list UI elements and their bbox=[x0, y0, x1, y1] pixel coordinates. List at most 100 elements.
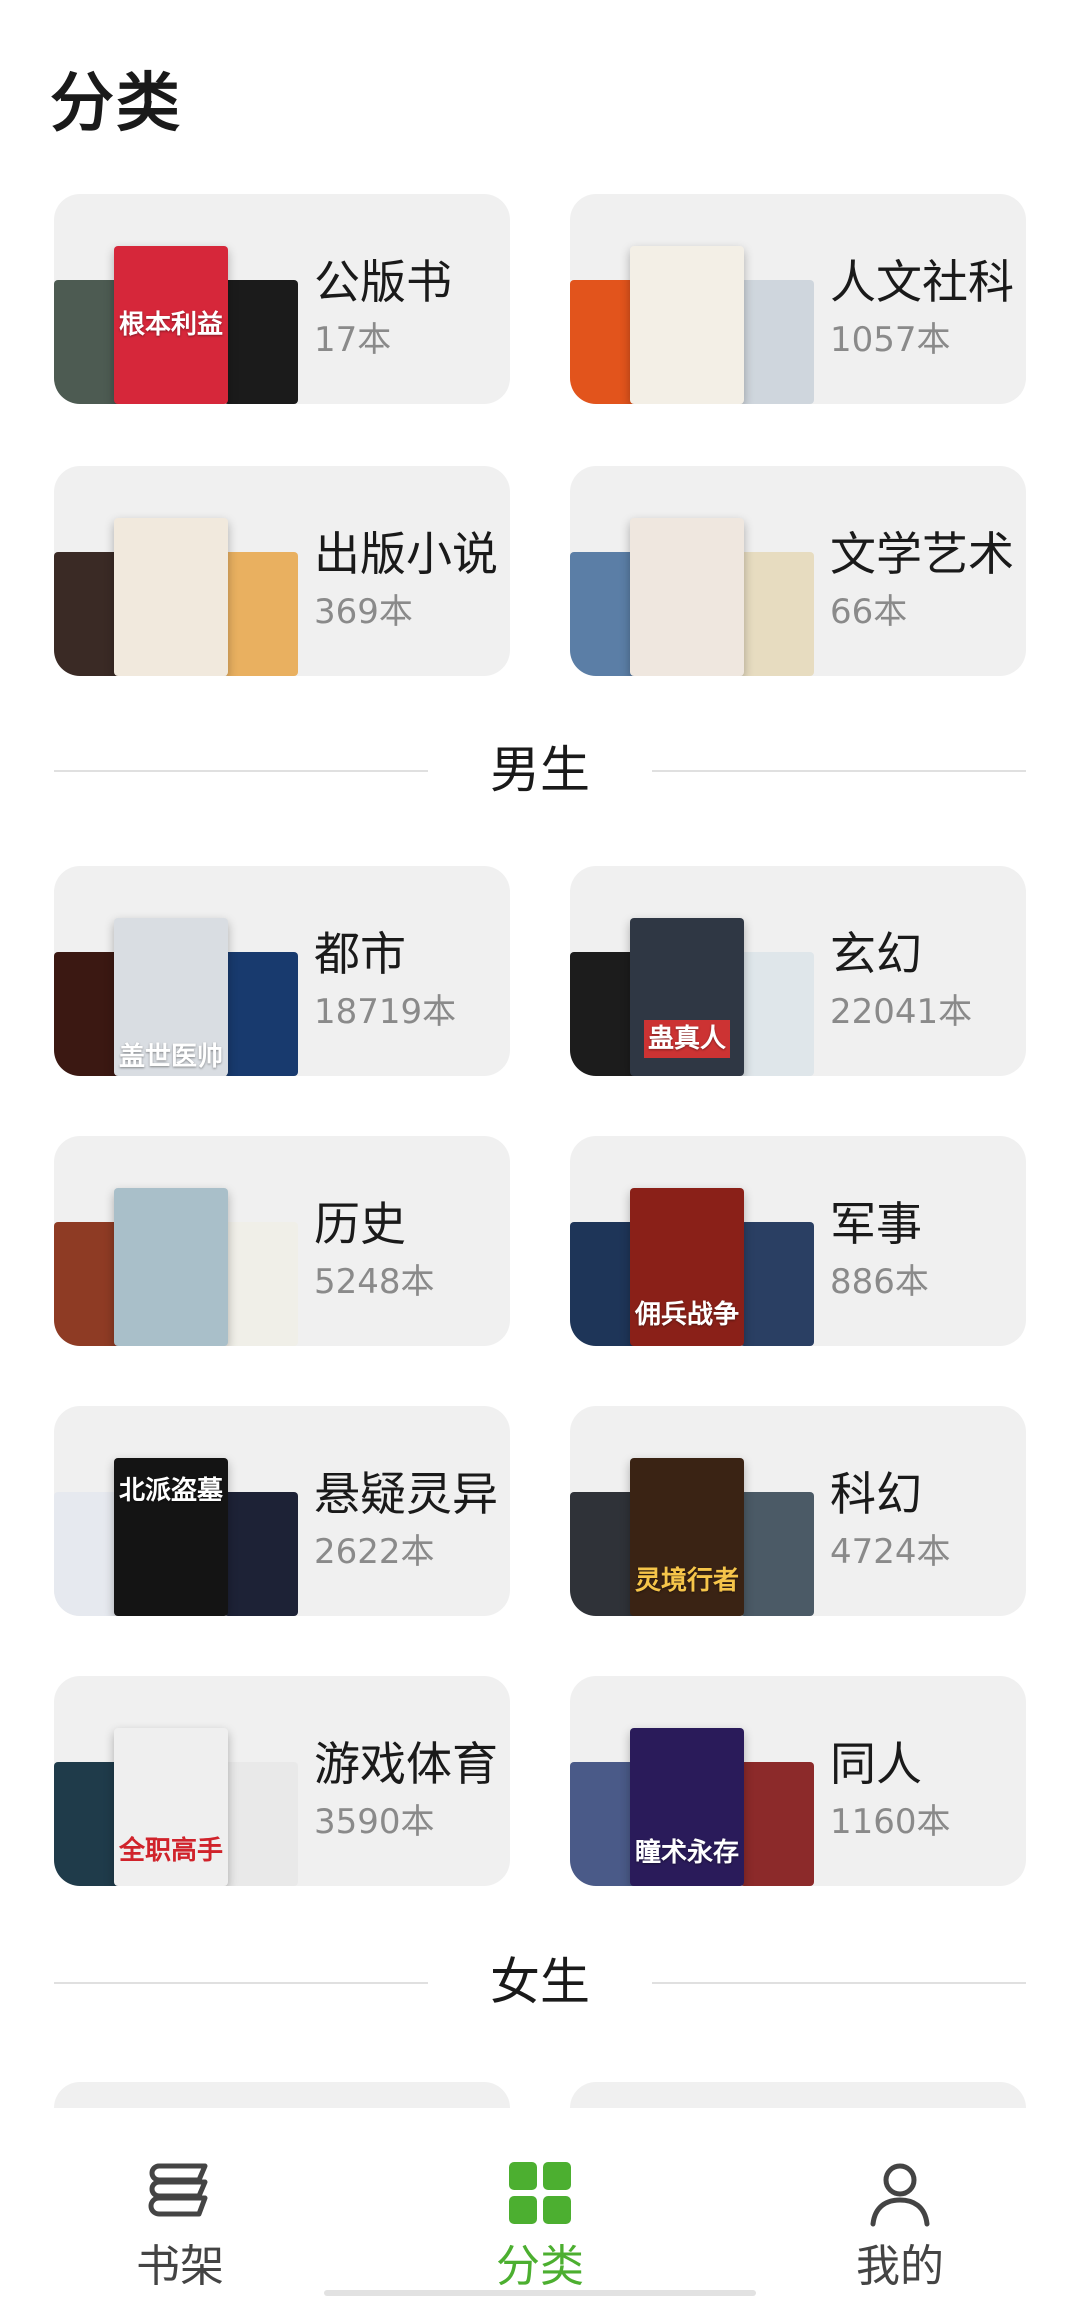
cover-stack: 蛊真人 bbox=[570, 866, 830, 1076]
category-count: 5248本 bbox=[314, 1262, 435, 1302]
cover-stack: 瞳术永存 bbox=[570, 1676, 830, 1886]
bookshelf-icon bbox=[148, 2163, 208, 2217]
bottom-tab-bar: 书架 分类 我的 bbox=[0, 2108, 1080, 2303]
book-cover-main: 蛊真人 bbox=[630, 918, 744, 1076]
cover-title: 瞳术永存 bbox=[634, 1838, 739, 1868]
category-count: 18719本 bbox=[314, 992, 457, 1032]
cover-stack: 盖世医帅 bbox=[54, 866, 314, 1076]
tab-category[interactable]: 分类 bbox=[440, 2108, 640, 2303]
category-card-kehuan[interactable]: 灵境行者 科幻 4724本 bbox=[570, 1406, 1026, 1616]
category-name: 都市 bbox=[314, 927, 406, 981]
cover-stack: 北派盗墓 bbox=[54, 1406, 314, 1616]
category-name: 游戏体育 bbox=[314, 1737, 498, 1791]
category-count: 369本 bbox=[314, 592, 413, 632]
category-count: 4724本 bbox=[830, 1532, 951, 1572]
tab-label: 分类 bbox=[496, 2241, 584, 2292]
book-cover bbox=[224, 552, 298, 676]
book-cover-main: 灵境行者 bbox=[630, 1458, 744, 1616]
category-name: 军事 bbox=[830, 1197, 922, 1251]
cover-title: 北派盗墓 bbox=[118, 1476, 223, 1506]
book-cover bbox=[740, 952, 814, 1076]
tab-bookshelf[interactable]: 书架 bbox=[80, 2108, 280, 2303]
book-cover-main: 佣兵战争 bbox=[630, 1188, 744, 1346]
category-count: 1160本 bbox=[830, 1802, 951, 1842]
tab-label: 书架 bbox=[136, 2241, 224, 2292]
home-indicator[interactable] bbox=[324, 2290, 756, 2296]
cover-title bbox=[167, 593, 175, 601]
category-card-xuanhuan[interactable]: 蛊真人 玄幻 22041本 bbox=[570, 866, 1026, 1076]
tab-label: 我的 bbox=[856, 2241, 944, 2292]
book-cover-main bbox=[630, 518, 744, 676]
cover-stack bbox=[54, 1136, 314, 1346]
book-cover bbox=[740, 280, 814, 404]
book-cover-main: 全职高手 bbox=[114, 1728, 228, 1886]
category-name: 历史 bbox=[314, 1197, 406, 1251]
category-card-lishi[interactable]: 历史 5248本 bbox=[54, 1136, 510, 1346]
cover-title bbox=[683, 593, 691, 601]
category-name: 悬疑灵异 bbox=[314, 1467, 498, 1521]
book-cover bbox=[224, 280, 298, 404]
section-divider-male: 男生 bbox=[54, 740, 1026, 800]
category-card-wenxueyishu[interactable]: 文学艺术 66本 bbox=[570, 466, 1026, 676]
book-cover bbox=[224, 1492, 298, 1616]
cover-stack: 灵境行者 bbox=[570, 1406, 830, 1616]
book-cover-main: 盖世医帅 bbox=[114, 918, 228, 1076]
cover-stack bbox=[570, 466, 830, 676]
category-count: 22041本 bbox=[830, 992, 973, 1032]
category-card-gongbanshu[interactable]: 根本利益 公版书 17本 bbox=[54, 194, 510, 404]
cover-title: 佣兵战争 bbox=[634, 1300, 739, 1330]
cover-title: 蛊真人 bbox=[643, 1020, 730, 1058]
cover-title: 根本利益 bbox=[118, 310, 223, 340]
book-cover bbox=[224, 952, 298, 1076]
category-count: 886本 bbox=[830, 1262, 929, 1302]
cover-stack: 佣兵战争 bbox=[570, 1136, 830, 1346]
category-count: 2622本 bbox=[314, 1532, 435, 1572]
category-card-xuanyilingyi[interactable]: 北派盗墓 悬疑灵异 2622本 bbox=[54, 1406, 510, 1616]
category-card-junshi[interactable]: 佣兵战争 军事 886本 bbox=[570, 1136, 1026, 1346]
book-cover bbox=[740, 1762, 814, 1886]
profile-icon bbox=[870, 2163, 930, 2227]
category-count: 1057本 bbox=[830, 320, 951, 360]
category-card-dushi[interactable]: 盖世医帅 都市 18719本 bbox=[54, 866, 510, 1076]
book-cover bbox=[740, 1492, 814, 1616]
category-name: 同人 bbox=[830, 1737, 922, 1791]
category-count: 66本 bbox=[830, 592, 908, 632]
category-card-tongren[interactable]: 瞳术永存 同人 1160本 bbox=[570, 1676, 1026, 1886]
cover-stack: 根本利益 bbox=[54, 194, 314, 404]
category-name: 人文社科 bbox=[830, 255, 1014, 309]
book-cover-main: 北派盗墓 bbox=[114, 1458, 228, 1616]
divider-line bbox=[652, 1982, 1026, 1984]
book-cover bbox=[740, 1222, 814, 1346]
book-cover bbox=[224, 1762, 298, 1886]
category-card-youxitiyu[interactable]: 全职高手 游戏体育 3590本 bbox=[54, 1676, 510, 1886]
cover-stack bbox=[570, 194, 830, 404]
divider-line bbox=[652, 770, 1026, 772]
category-count: 3590本 bbox=[314, 1802, 435, 1842]
cover-title: 灵境行者 bbox=[634, 1566, 739, 1596]
cover-stack: 全职高手 bbox=[54, 1676, 314, 1886]
book-cover-main bbox=[114, 518, 228, 676]
cover-stack bbox=[54, 466, 314, 676]
section-divider-female: 女生 bbox=[54, 1952, 1026, 2012]
cover-title bbox=[683, 321, 691, 329]
category-card-renwensheke[interactable]: 人文社科 1057本 bbox=[570, 194, 1026, 404]
category-name: 文学艺术 bbox=[830, 527, 1014, 581]
tab-profile[interactable]: 我的 bbox=[800, 2108, 1000, 2303]
book-cover-main: 瞳术永存 bbox=[630, 1728, 744, 1886]
page-title: 分类 bbox=[50, 67, 182, 141]
category-card-chubanxiaoshuo[interactable]: 出版小说 369本 bbox=[54, 466, 510, 676]
category-name: 科幻 bbox=[830, 1467, 922, 1521]
category-grid-icon bbox=[509, 2162, 571, 2224]
book-cover bbox=[224, 1222, 298, 1346]
category-name: 玄幻 bbox=[830, 927, 922, 981]
book-cover-main bbox=[630, 246, 744, 404]
book-cover-main: 根本利益 bbox=[114, 246, 228, 404]
category-name: 出版小说 bbox=[314, 527, 498, 581]
cover-title: 盖世医帅 bbox=[118, 1042, 223, 1072]
book-cover-main bbox=[114, 1188, 228, 1346]
cover-title: 全职高手 bbox=[118, 1836, 223, 1866]
category-count: 17本 bbox=[314, 320, 392, 360]
category-name: 公版书 bbox=[314, 255, 452, 309]
book-cover bbox=[740, 552, 814, 676]
cover-title bbox=[167, 1263, 175, 1271]
